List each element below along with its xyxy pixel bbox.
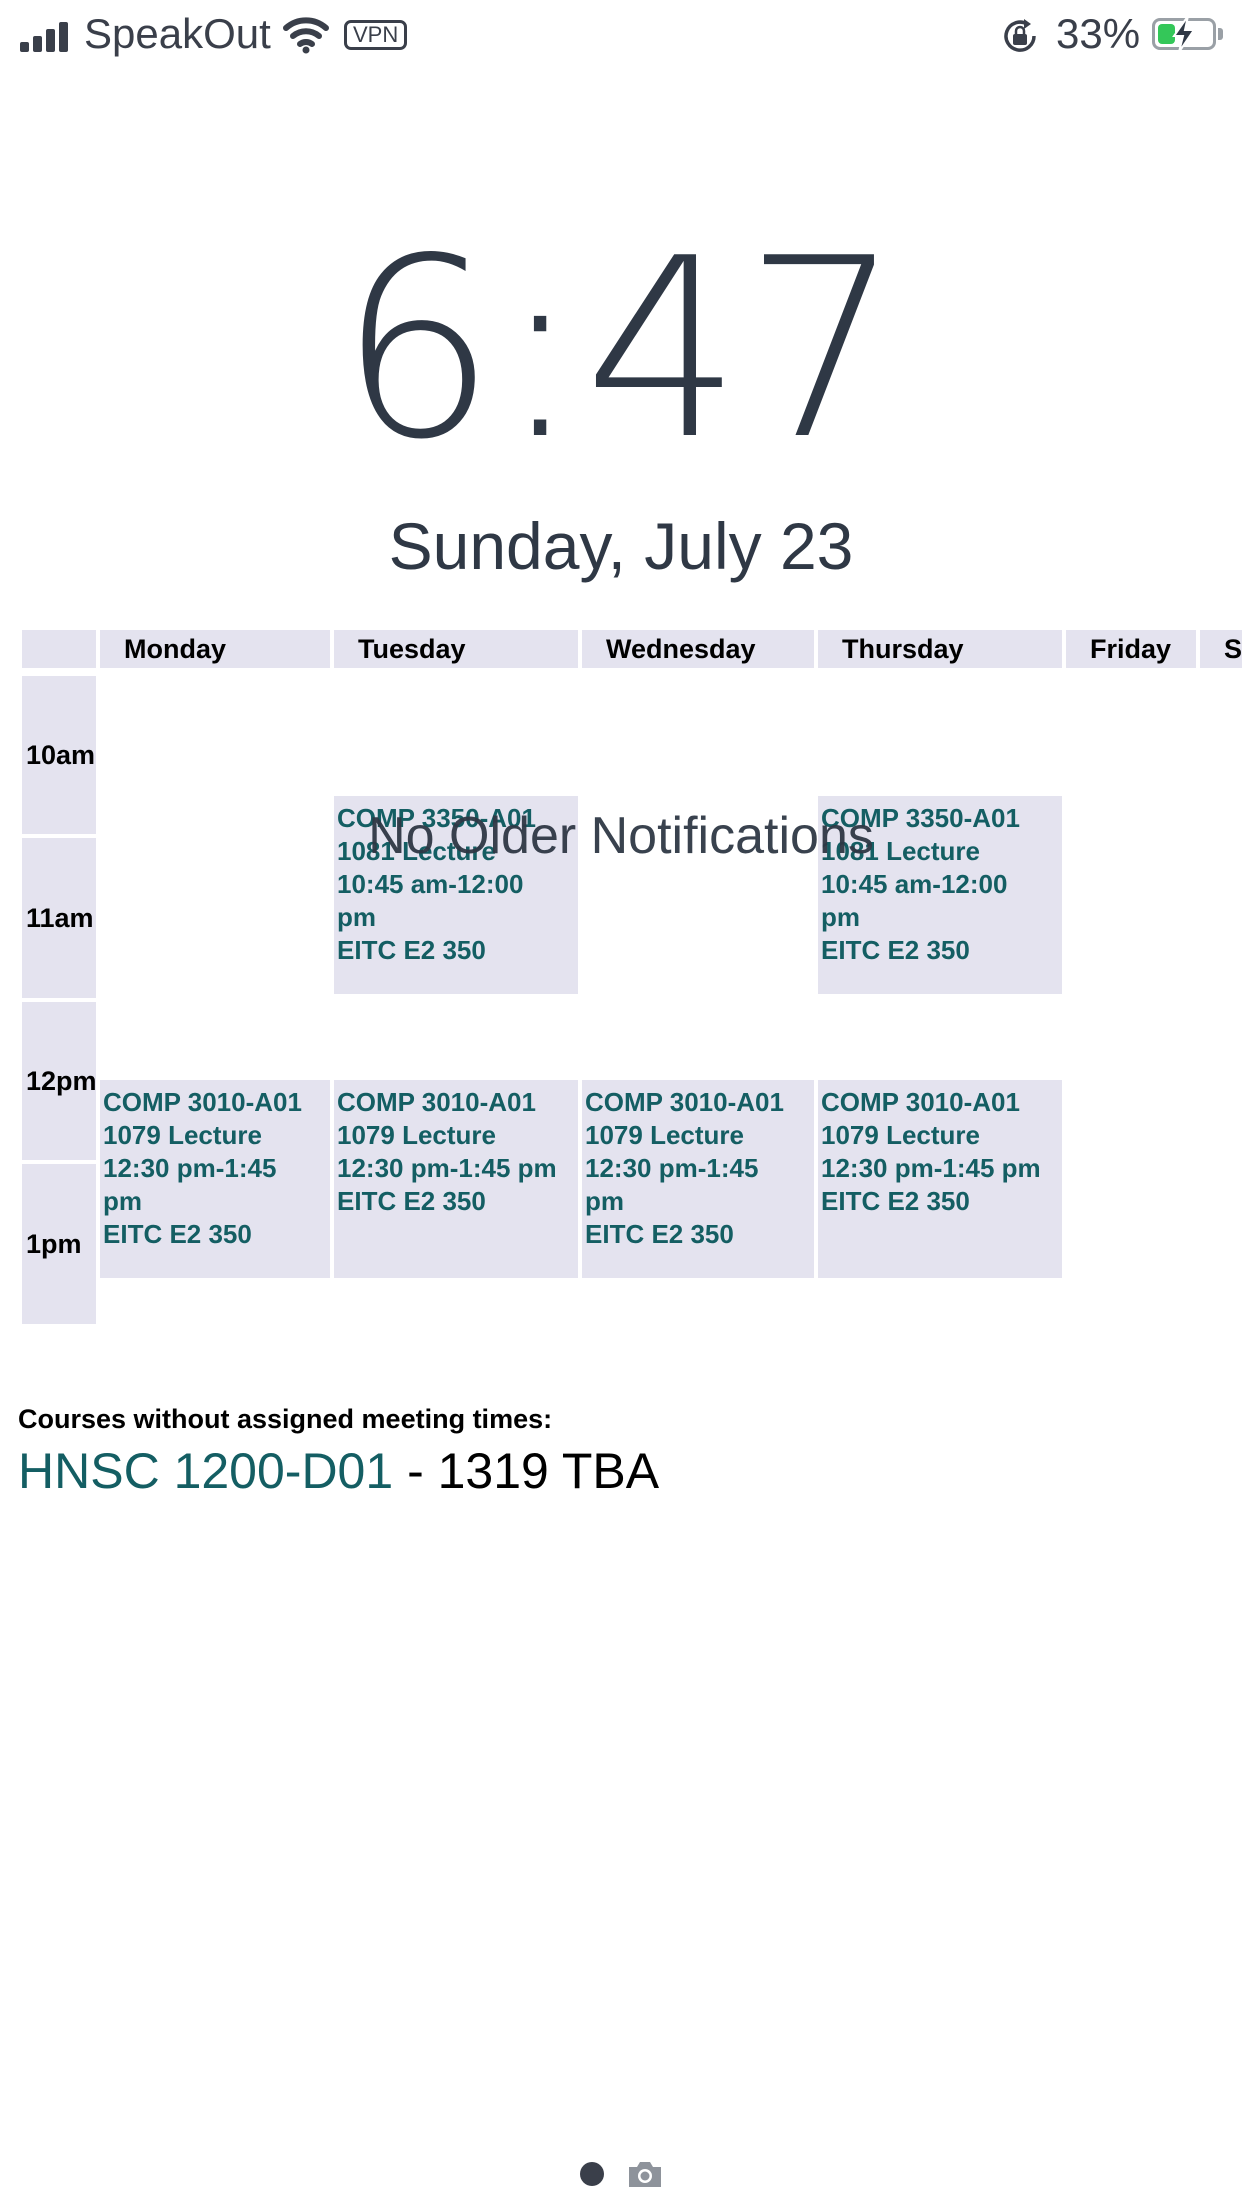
charging-bolt-icon	[1172, 15, 1196, 53]
rotation-lock-icon	[1004, 19, 1036, 52]
day-header-monday: Monday	[100, 630, 330, 668]
camera-icon[interactable]	[626, 2158, 664, 2190]
grid-corner	[22, 630, 96, 668]
event-time: 12:30 pm-1:45	[585, 1153, 759, 1183]
event-tuesday-comp3010[interactable]: COMP 3010-A01 1079 Lecture 12:30 pm-1:45…	[334, 1080, 578, 1278]
carrier-name: SpeakOut	[84, 10, 271, 57]
event-room: EITC E2 350	[821, 935, 970, 965]
no-older-notifications: No Older Notifications	[368, 807, 874, 865]
battery-cap	[1218, 28, 1223, 40]
wifi-icon	[283, 17, 329, 54]
event-section: 1079 Lecture	[821, 1120, 980, 1150]
event-room: EITC E2 350	[585, 1219, 734, 1249]
event-time: 12:30 pm-1:45 pm	[337, 1153, 557, 1183]
event-course: COMP 3010-A01	[821, 1087, 1020, 1117]
course-link-hnsc1200[interactable]: HNSC 1200-D01	[18, 1443, 393, 1499]
event-section: 1079 Lecture	[585, 1120, 744, 1150]
day-header-friday: Friday	[1066, 630, 1196, 668]
event-time: 12:30 pm-1:45	[103, 1153, 277, 1183]
status-bar: SpeakOut VPN 33%	[0, 0, 1242, 72]
event-monday-comp3010[interactable]: COMP 3010-A01 1079 Lecture 12:30 pm-1:45…	[100, 1080, 330, 1278]
event-course: COMP 3010-A01	[337, 1087, 536, 1117]
event-section: 1079 Lecture	[103, 1120, 262, 1150]
event-room: EITC E2 350	[103, 1219, 252, 1249]
signal-icon	[20, 22, 80, 52]
lock-screen-clock: 6:47	[338, 206, 904, 494]
event-thursday-comp3010[interactable]: COMP 3010-A01 1079 Lecture 12:30 pm-1:45…	[818, 1080, 1062, 1278]
event-time-cont: pm	[821, 902, 860, 932]
event-time: 12:30 pm-1:45 pm	[821, 1153, 1041, 1183]
event-time: 10:45 am-12:00	[821, 869, 1008, 899]
event-wednesday-comp3010[interactable]: COMP 3010-A01 1079 Lecture 12:30 pm-1:45…	[582, 1080, 814, 1278]
day-header-saturday: Sa	[1200, 630, 1242, 668]
unassigned-courses-heading: Courses without assigned meeting times:	[18, 1404, 553, 1434]
day-header-wednesday: Wednesday	[582, 630, 814, 668]
event-room: EITC E2 350	[337, 1186, 486, 1216]
event-course: COMP 3010-A01	[585, 1087, 784, 1117]
vpn-badge: VPN	[344, 20, 408, 50]
unassigned-course-row: HNSC 1200-D01 - 1319 TBA	[18, 1442, 659, 1500]
day-header-tuesday: Tuesday	[334, 630, 578, 668]
time-label-12pm: 12pm	[22, 1002, 97, 1160]
event-room: EITC E2 350	[821, 1186, 970, 1216]
page-indicator-dot[interactable]	[580, 2162, 604, 2186]
event-time-cont: pm	[585, 1186, 624, 1216]
day-header-thursday: Thursday	[818, 630, 1062, 668]
event-room: EITC E2 350	[337, 935, 486, 965]
event-time-cont: pm	[103, 1186, 142, 1216]
course-detail: - 1319 TBA	[393, 1443, 660, 1499]
event-time: 10:45 am-12:00	[337, 869, 524, 899]
weekly-schedule-grid: Monday Tuesday Wednesday Thursday Friday…	[0, 630, 1242, 1330]
battery-percent: 33%	[1056, 10, 1141, 57]
event-section: 1079 Lecture	[337, 1120, 496, 1150]
event-course: COMP 3010-A01	[103, 1087, 302, 1117]
time-label-1pm: 1pm	[22, 1164, 96, 1324]
event-time-cont: pm	[337, 902, 376, 932]
lock-screen-date: Sunday, July 23	[388, 509, 854, 583]
